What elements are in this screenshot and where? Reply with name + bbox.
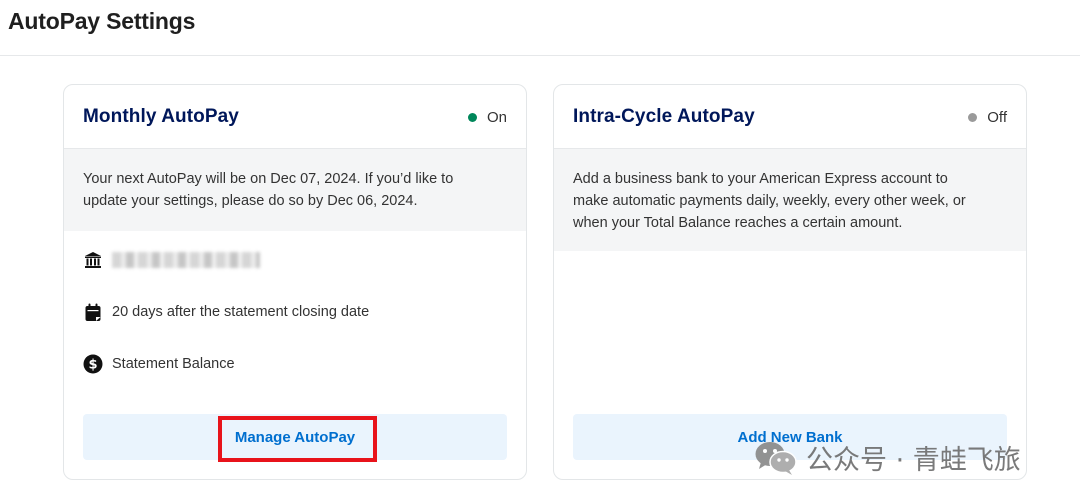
bank-icon <box>83 250 103 270</box>
watermark: 公众号 · 青蛙飞旅 <box>754 438 1021 477</box>
page-header: AutoPay Settings <box>0 0 1080 56</box>
wechat-icon <box>755 441 797 475</box>
payment-date-row: 20 days after the statement closing date <box>83 302 369 322</box>
card-title: Monthly AutoPay <box>83 106 239 127</box>
status-dot-icon <box>467 113 477 122</box>
card-header: Monthly AutoPay On <box>64 85 526 149</box>
autopay-notice: Your next AutoPay will be on Dec 07, 202… <box>64 149 526 231</box>
status-label: Off <box>987 109 1007 126</box>
dollar-icon: $ <box>83 354 103 374</box>
status-indicator: Off <box>968 109 1007 126</box>
payment-amount-row: $ Statement Balance <box>83 354 235 374</box>
monthly-autopay-card: Monthly AutoPay On Your next AutoPay wil… <box>63 84 527 480</box>
status-label: On <box>486 109 507 126</box>
page-title: AutoPay Settings <box>8 8 196 34</box>
intra-cycle-description: Add a business bank to your American Exp… <box>554 149 1026 251</box>
status-indicator: On <box>467 109 507 126</box>
manage-autopay-button[interactable]: Manage AutoPay <box>83 414 507 460</box>
card-title: Intra-Cycle AutoPay <box>573 106 755 127</box>
payment-date-text: 20 days after the statement closing date <box>112 304 370 320</box>
intra-cycle-autopay-card: Intra-Cycle AutoPay Off Add a business b… <box>553 84 1027 480</box>
calendar-icon <box>83 302 103 322</box>
svg-text:$: $ <box>88 358 97 373</box>
bank-account-row <box>83 250 260 270</box>
masked-account-number <box>112 252 260 268</box>
status-dot-icon <box>968 113 978 122</box>
payment-amount-text: Statement Balance <box>112 356 235 372</box>
card-header: Intra-Cycle AutoPay Off <box>554 85 1026 149</box>
watermark-text: 公众号 · 青蛙飞旅 <box>806 445 1021 476</box>
